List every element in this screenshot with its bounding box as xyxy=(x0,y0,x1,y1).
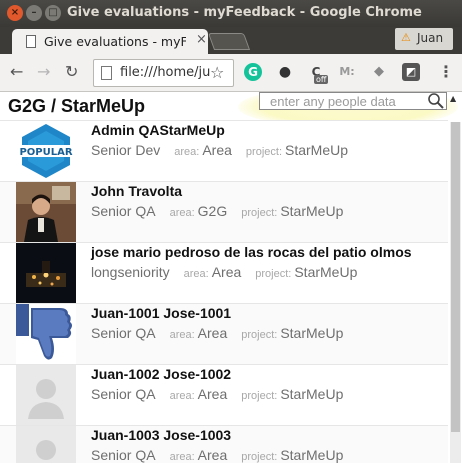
chrome-menu-icon[interactable]: ⋮ xyxy=(438,62,454,81)
tab-close-icon[interactable]: × xyxy=(196,32,207,47)
tab-label: Give evaluations - myF xyxy=(44,34,186,49)
m-extension-icon[interactable]: M: xyxy=(338,63,356,81)
area-label: area: xyxy=(169,207,195,219)
address-url[interactable]: file:///home/ju xyxy=(120,65,210,80)
window-close-button[interactable]: × xyxy=(7,5,23,21)
popular-logo-avatar: POPULAR xyxy=(16,121,76,181)
document-icon xyxy=(26,35,36,48)
person-role: Senior Dev xyxy=(91,142,161,158)
default-user-avatar xyxy=(16,426,76,463)
people-list: POPULAR Admin QAStarMeUp Senior Dev area:… xyxy=(0,120,448,463)
person-row[interactable]: Juan-1002 Jose-1002 Senior QA area: Area pr… xyxy=(0,364,448,425)
person-project: StarMeUp xyxy=(294,264,358,280)
window-maximize-button[interactable]: □ xyxy=(45,5,61,21)
search-icon[interactable] xyxy=(427,92,445,110)
scrollbar-thumb[interactable] xyxy=(451,122,460,432)
person-meta: Senior QA area: G2G project: StarMeUp xyxy=(91,203,343,221)
bookmark-star-icon[interactable]: ☆ xyxy=(210,63,224,82)
person-name[interactable]: Admin QAStarMeUp xyxy=(91,122,225,138)
area-label: area: xyxy=(169,451,195,463)
person-project: StarMeUp xyxy=(280,386,344,402)
person-project: StarMeUp xyxy=(280,447,344,463)
incognito-extension-icon[interactable]: ● xyxy=(276,63,294,81)
person-meta: Senior QA area: Area project: StarMeUp xyxy=(91,386,343,404)
person-project: StarMeUp xyxy=(285,142,349,158)
grammarly-extension-icon[interactable]: G xyxy=(244,63,262,81)
tab-give-evaluations[interactable]: Give evaluations - myF × xyxy=(12,29,208,54)
person-role: Senior QA xyxy=(91,325,156,341)
warning-icon: ⚠ xyxy=(401,31,411,44)
browser-toolbar: ← → ↻ file:///home/ju ☆ G ● C off M: ◆ ◩… xyxy=(0,54,462,92)
search-input[interactable] xyxy=(260,93,420,109)
project-label: project: xyxy=(255,268,292,280)
window-titlebar: × – □ Give evaluations - myFeedback - Go… xyxy=(0,0,462,27)
person-row[interactable]: POPULAR Admin QAStarMeUp Senior Dev area:… xyxy=(0,120,448,181)
person-row[interactable]: John Travolta Senior QA area: G2G project: S… xyxy=(0,181,448,242)
people-search xyxy=(259,92,447,110)
pocket-extension-icon[interactable]: ◩ xyxy=(402,63,420,81)
project-label: project: xyxy=(241,207,278,219)
default-user-avatar xyxy=(16,365,76,425)
area-label: area: xyxy=(169,390,195,402)
area-label: area: xyxy=(183,268,209,280)
project-label: project: xyxy=(241,329,278,341)
person-row[interactable]: Juan-1001 Jose-1001 Senior QA area: Area pr… xyxy=(0,303,448,364)
profile-name: Juan xyxy=(417,31,444,45)
person-area: Area xyxy=(202,142,232,158)
area-label: area: xyxy=(174,146,200,158)
person-name[interactable]: Juan-1003 Jose-1003 xyxy=(91,427,231,443)
person-area: Area xyxy=(211,264,242,280)
project-label: project: xyxy=(245,146,282,158)
person-area: Area xyxy=(197,325,228,341)
page-content: G2G / StarMeUp ▲ POPULAR Admin QAStarMeU… xyxy=(0,92,462,463)
page-title: G2G / StarMeUp xyxy=(8,96,146,116)
person-area: Area xyxy=(197,447,228,463)
new-tab-button[interactable] xyxy=(207,33,251,50)
person-role: Senior QA xyxy=(91,386,156,402)
extension-off-badge: off xyxy=(314,75,329,84)
person-project: StarMeUp xyxy=(280,203,344,219)
person-name[interactable]: Juan-1001 Jose-1001 xyxy=(91,305,231,321)
profile-button[interactable]: ⚠ Juan xyxy=(395,28,453,50)
dropbox-extension-icon[interactable]: ◆ xyxy=(370,63,388,81)
window-minimize-button[interactable]: – xyxy=(26,5,42,21)
address-bar[interactable]: file:///home/ju ☆ xyxy=(93,59,234,87)
person-row[interactable]: jose mario pedroso de las rocas del pati… xyxy=(0,242,448,303)
person-row[interactable]: Juan-1003 Jose-1003 Senior QA area: Area pr… xyxy=(0,425,448,463)
scroll-up-arrow[interactable]: ▲ xyxy=(450,94,456,103)
window-title: Give evaluations - myFeedback - Google C… xyxy=(67,5,422,20)
person-role: Senior QA xyxy=(91,203,156,219)
forward-arrow-icon[interactable]: → xyxy=(37,62,50,81)
person-area: Area xyxy=(197,386,228,402)
person-role: Senior QA xyxy=(91,447,156,463)
tab-strip: Give evaluations - myF × ⚠ Juan xyxy=(0,27,462,54)
person-project: StarMeUp xyxy=(280,325,344,341)
project-label: project: xyxy=(241,451,278,463)
person-name[interactable]: Juan-1002 Jose-1002 xyxy=(91,366,231,382)
person-meta: Senior QA area: Area project: StarMeUp xyxy=(91,325,343,343)
scrollbar[interactable] xyxy=(450,122,461,463)
page-info-icon[interactable] xyxy=(101,66,112,80)
person-role: longseniority xyxy=(91,264,170,280)
person-name[interactable]: John Travolta xyxy=(91,183,182,199)
project-label: project: xyxy=(241,390,278,402)
thumbs-down-avatar xyxy=(16,304,76,364)
person-name[interactable]: jose mario pedroso de las rocas del pati… xyxy=(91,244,412,260)
person-photo-avatar xyxy=(16,182,76,242)
svg-text:POPULAR: POPULAR xyxy=(19,147,72,158)
reload-icon[interactable]: ↻ xyxy=(65,62,78,81)
night-photo-avatar xyxy=(16,243,76,303)
person-meta: longseniority area: Area project: StarMeUp xyxy=(91,264,357,282)
person-meta: Senior QA area: Area project: StarMeUp xyxy=(91,447,343,463)
person-area: G2G xyxy=(197,203,228,219)
area-label: area: xyxy=(169,329,195,341)
person-meta: Senior Dev area: Area project: StarMeUp xyxy=(91,142,348,160)
back-arrow-icon[interactable]: ← xyxy=(10,62,23,81)
